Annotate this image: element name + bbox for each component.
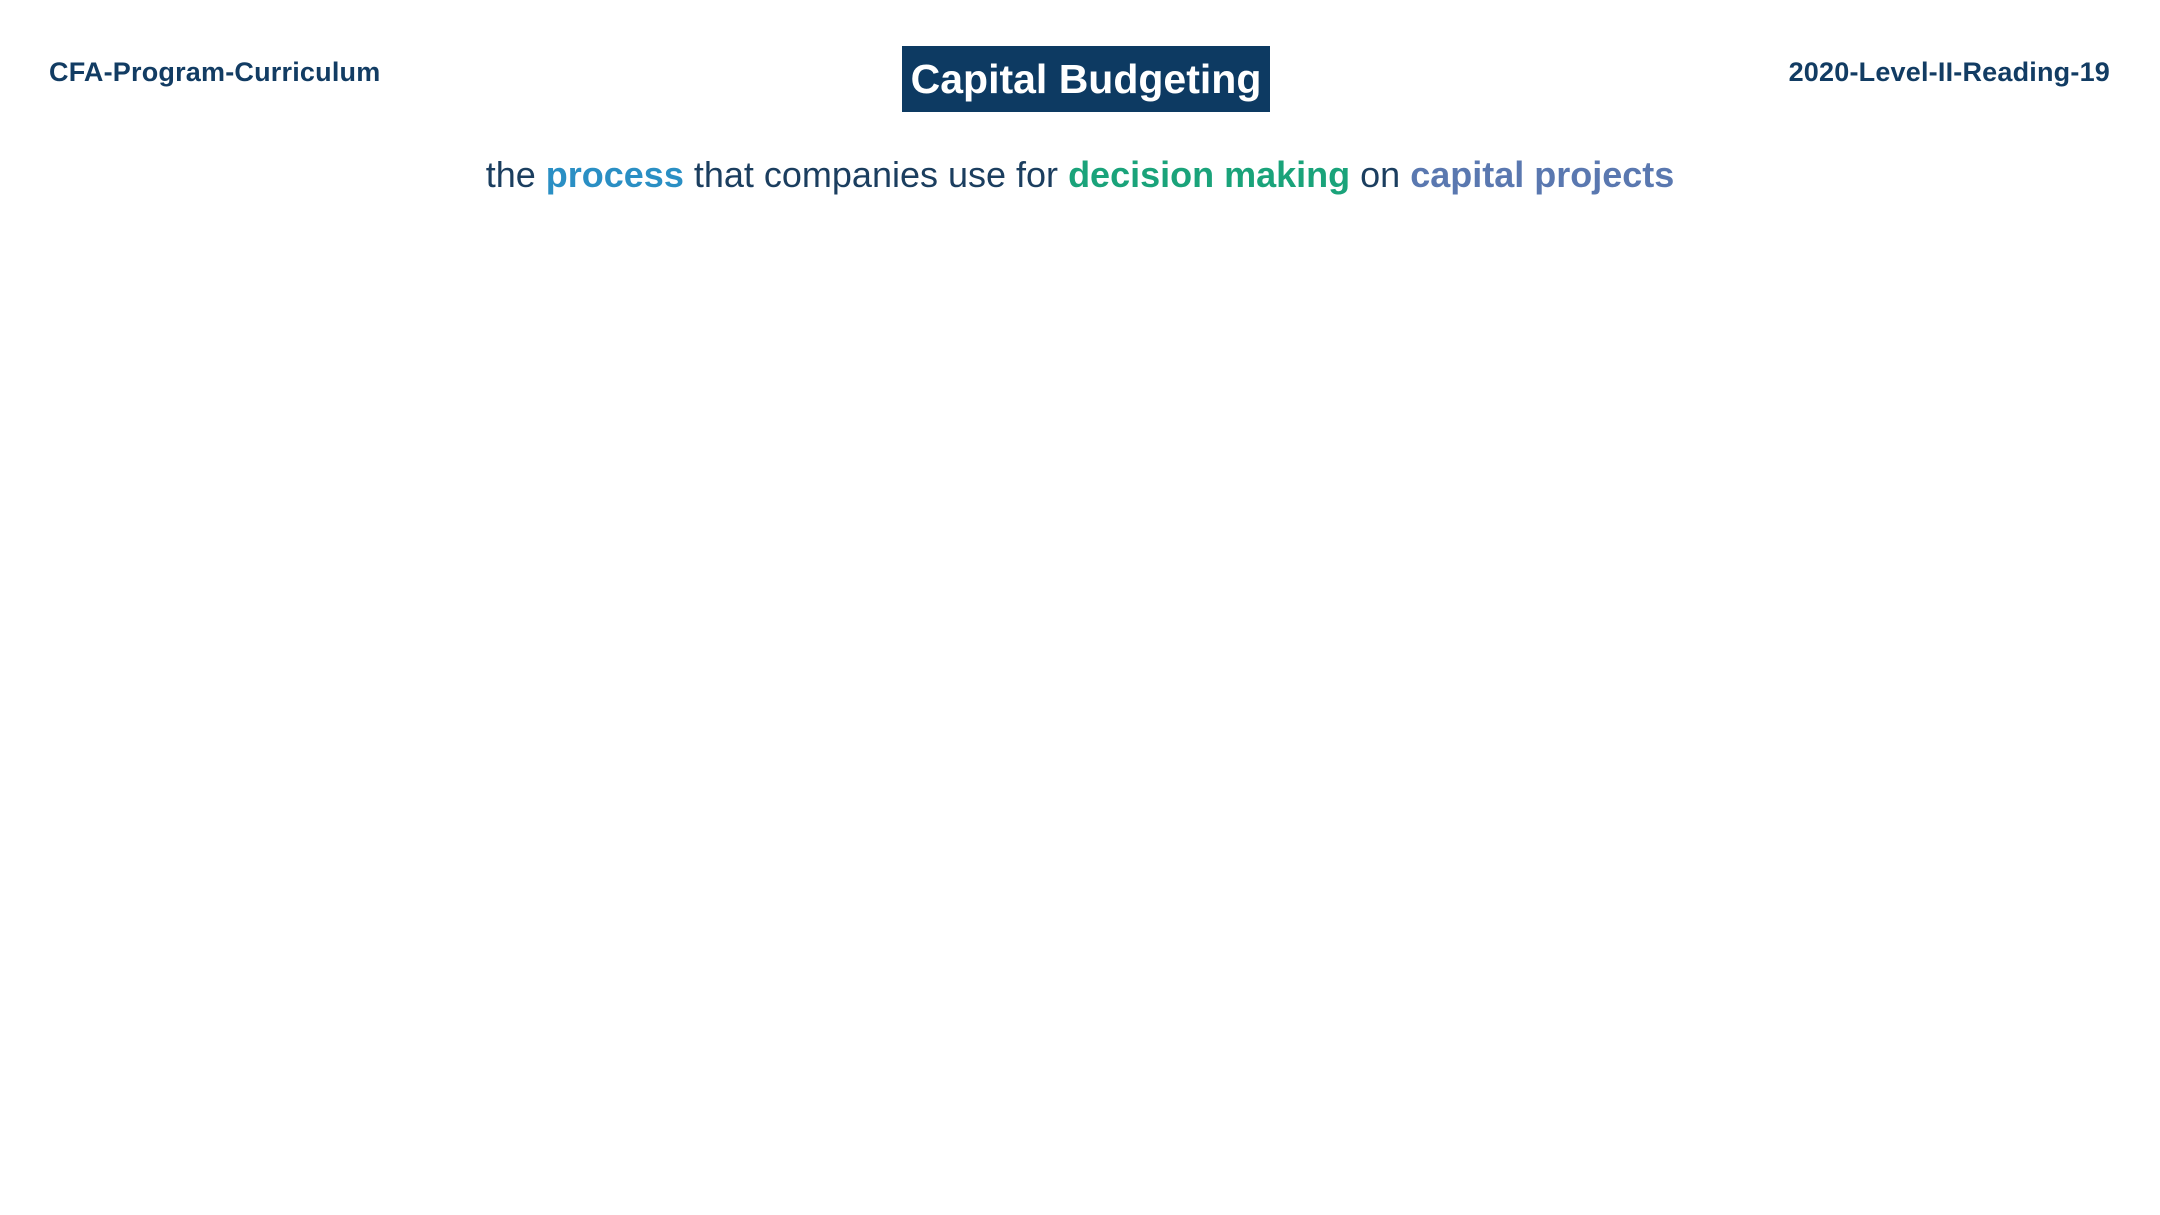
- slide-title: Capital Budgeting: [902, 46, 1270, 112]
- definition-text-part3: on: [1350, 154, 1411, 195]
- keyword-capital-projects: capital projects: [1410, 154, 1675, 195]
- definition-text-part1: the: [485, 154, 546, 195]
- slide: CFA-Program-Curriculum Capital Budgeting…: [0, 0, 2160, 1215]
- definition-text-part2: that companies use for: [683, 154, 1069, 195]
- reading-label: 2020-Level-II-Reading-19: [1788, 57, 2110, 87]
- curriculum-label: CFA-Program-Curriculum: [49, 57, 381, 87]
- keyword-process: process: [545, 154, 684, 195]
- keyword-decision-making: decision making: [1068, 154, 1351, 195]
- definition-sentence: the process that companies use for decis…: [0, 150, 2160, 200]
